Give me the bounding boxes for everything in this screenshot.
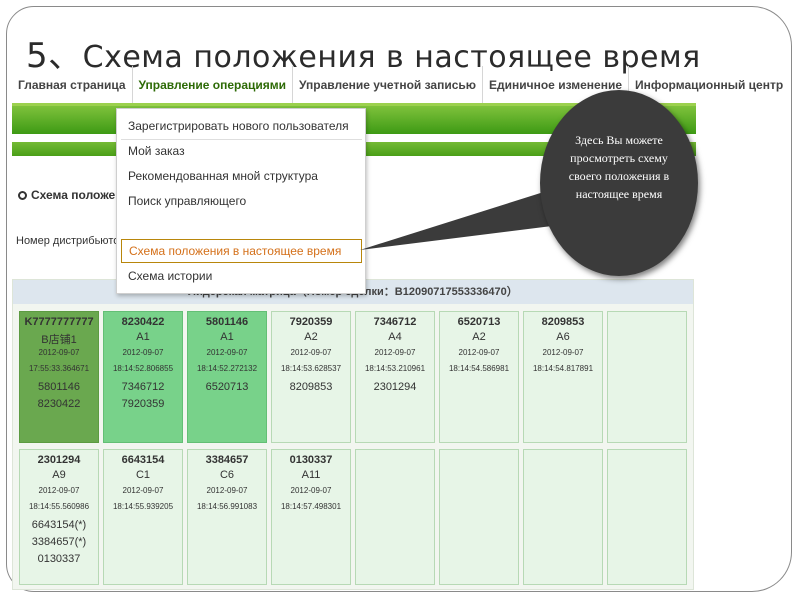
cell-time: 18:14:52.806855 (112, 364, 174, 373)
matrix-cell[interactable]: 6520713 A2 2012-09-07 18:14:54.586981 (439, 311, 519, 443)
cell-member-id: K7777777777 (24, 316, 94, 328)
cell-date: 2012-09-07 (206, 486, 248, 495)
matrix-cell[interactable]: 0130337 A11 2012-09-07 18:14:57.498301 (271, 449, 351, 585)
callout-text: Здесь Вы можете просмотреть схему своего… (568, 133, 670, 201)
cell-date: 2012-09-07 (38, 486, 80, 495)
matrix-cell[interactable]: 7346712 A4 2012-09-07 18:14:53.210961 230129… (355, 311, 435, 443)
cell-date: 2012-09-07 (122, 348, 164, 357)
cell-position: A4 (388, 331, 402, 343)
cell-date: 2012-09-07 (542, 348, 584, 357)
cell-date: 2012-09-07 (206, 348, 248, 357)
bullet-circle-icon (18, 191, 27, 200)
cell-child-id: 7346712 (121, 381, 165, 393)
cell-date: 2012-09-07 (290, 348, 332, 357)
cell-member-id: 2301294 (37, 454, 81, 466)
cell-position: A6 (556, 331, 570, 343)
cell-date: 2012-09-07 (374, 348, 416, 357)
frame-notch (684, 594, 714, 598)
menu-item-history-chart[interactable]: Схема истории (128, 269, 212, 283)
tab-home[interactable]: Главная страница (12, 66, 133, 104)
tab-operations[interactable]: Управление операциями (133, 66, 294, 104)
cell-child-id: 8230422 (37, 398, 81, 410)
matrix-cell-empty (439, 449, 519, 585)
cell-position: A2 (304, 331, 318, 343)
cell-time: 18:14:53.628537 (280, 364, 342, 373)
cell-member-id: 6520713 (457, 316, 501, 328)
cell-date: 2012-09-07 (458, 348, 500, 357)
matrix-cell[interactable]: K7777777777 B店铺1 2012-09-07 17:55:33.364671… (19, 311, 99, 443)
cell-position: A2 (472, 331, 486, 343)
cell-member-id: 6643154 (121, 454, 165, 466)
cell-member-id: 7920359 (289, 316, 333, 328)
menu-item-find-manager[interactable]: Поиск управляющего (128, 194, 246, 208)
cell-child-id: 0130337 (37, 553, 81, 565)
cell-date: 2012-09-07 (38, 348, 80, 357)
menu-item-register-user[interactable]: Зарегистрировать нового пользователя (128, 119, 349, 133)
cell-member-id: 8209853 (541, 316, 585, 328)
menu-item-current-position-chart[interactable]: Схема положения в настоящее время (121, 239, 362, 263)
operations-dropdown-menu: Зарегистрировать нового пользователя Мой… (116, 108, 366, 294)
cell-time: 18:14:53.210961 (364, 364, 426, 373)
cell-position: A1 (136, 331, 150, 343)
cell-member-id: 7346712 (373, 316, 417, 328)
matrix-cell[interactable]: 7920359 A2 2012-09-07 18:14:53.628537 820985… (271, 311, 351, 443)
cell-position: A9 (52, 469, 66, 481)
cell-member-id: 8230422 (121, 316, 165, 328)
cell-time: 18:14:57.498301 (280, 502, 342, 511)
cell-position: A1 (220, 331, 234, 343)
cell-child-id: 6520713 (205, 381, 249, 393)
tab-account[interactable]: Управление учетной записью (293, 66, 484, 104)
cell-time: 18:14:56.991083 (196, 502, 258, 511)
cell-time: 18:14:54.586981 (448, 364, 510, 373)
matrix-cell-empty (607, 449, 687, 585)
cell-member-id: 5801146 (205, 316, 249, 328)
matrix-cell[interactable]: 5801146 A1 2012-09-07 18:14:52.272132 652071… (187, 311, 267, 443)
cell-time: 18:14:55.560986 (28, 502, 90, 511)
menu-item-my-order[interactable]: Мой заказ (128, 144, 185, 158)
menu-divider (121, 139, 362, 140)
matrix-cell-empty (355, 449, 435, 585)
cell-child-id: 5801146 (37, 381, 80, 393)
matrix-cell[interactable]: 2301294 A9 2012-09-07 18:14:55.560986 664315… (19, 449, 99, 585)
matrix-cell[interactable]: 8209853 A6 2012-09-07 18:14:54.817891 (523, 311, 603, 443)
cell-date: 2012-09-07 (122, 486, 164, 495)
cell-child-id: 3384657(*) (31, 536, 87, 548)
matrix-cell-empty (607, 311, 687, 443)
cell-date: 2012-09-07 (290, 486, 332, 495)
section-heading-text: Схема положе (31, 188, 116, 202)
cell-position: C1 (135, 469, 151, 481)
cell-child-id: 8209853 (289, 381, 333, 393)
cell-time: 18:14:52.272132 (196, 364, 258, 373)
matrix-cell-empty (523, 449, 603, 585)
cell-position: C6 (219, 469, 235, 481)
cell-position: B店铺1 (41, 334, 77, 346)
cell-time: 17:55:33.364671 (28, 364, 90, 373)
matrix-cell[interactable]: 8230422 A1 2012-09-07 18:14:52.806855 734671… (103, 311, 183, 443)
matrix-cell[interactable]: 6643154 C1 2012-09-07 18:14:55.939205 (103, 449, 183, 585)
leader-matrix: Лидерская матрица（Номер сделки：B12090717… (12, 279, 694, 590)
cell-child-id: 7920359 (121, 398, 165, 410)
section-heading: Схема положе (18, 188, 115, 202)
menu-item-recommended-structure[interactable]: Рекомендованная мной структура (128, 169, 318, 183)
cell-member-id: 0130337 (289, 454, 333, 466)
cell-member-id: 3384657 (205, 454, 249, 466)
cell-time: 18:14:54.817891 (532, 364, 594, 373)
cell-child-id: 2301294 (373, 381, 417, 393)
matrix-cell[interactable]: 3384657 C6 2012-09-07 18:14:56.991083 (187, 449, 267, 585)
cell-time: 18:14:55.939205 (112, 502, 174, 511)
cell-child-id: 6643154(*) (31, 519, 87, 531)
cell-position: A11 (301, 469, 321, 481)
